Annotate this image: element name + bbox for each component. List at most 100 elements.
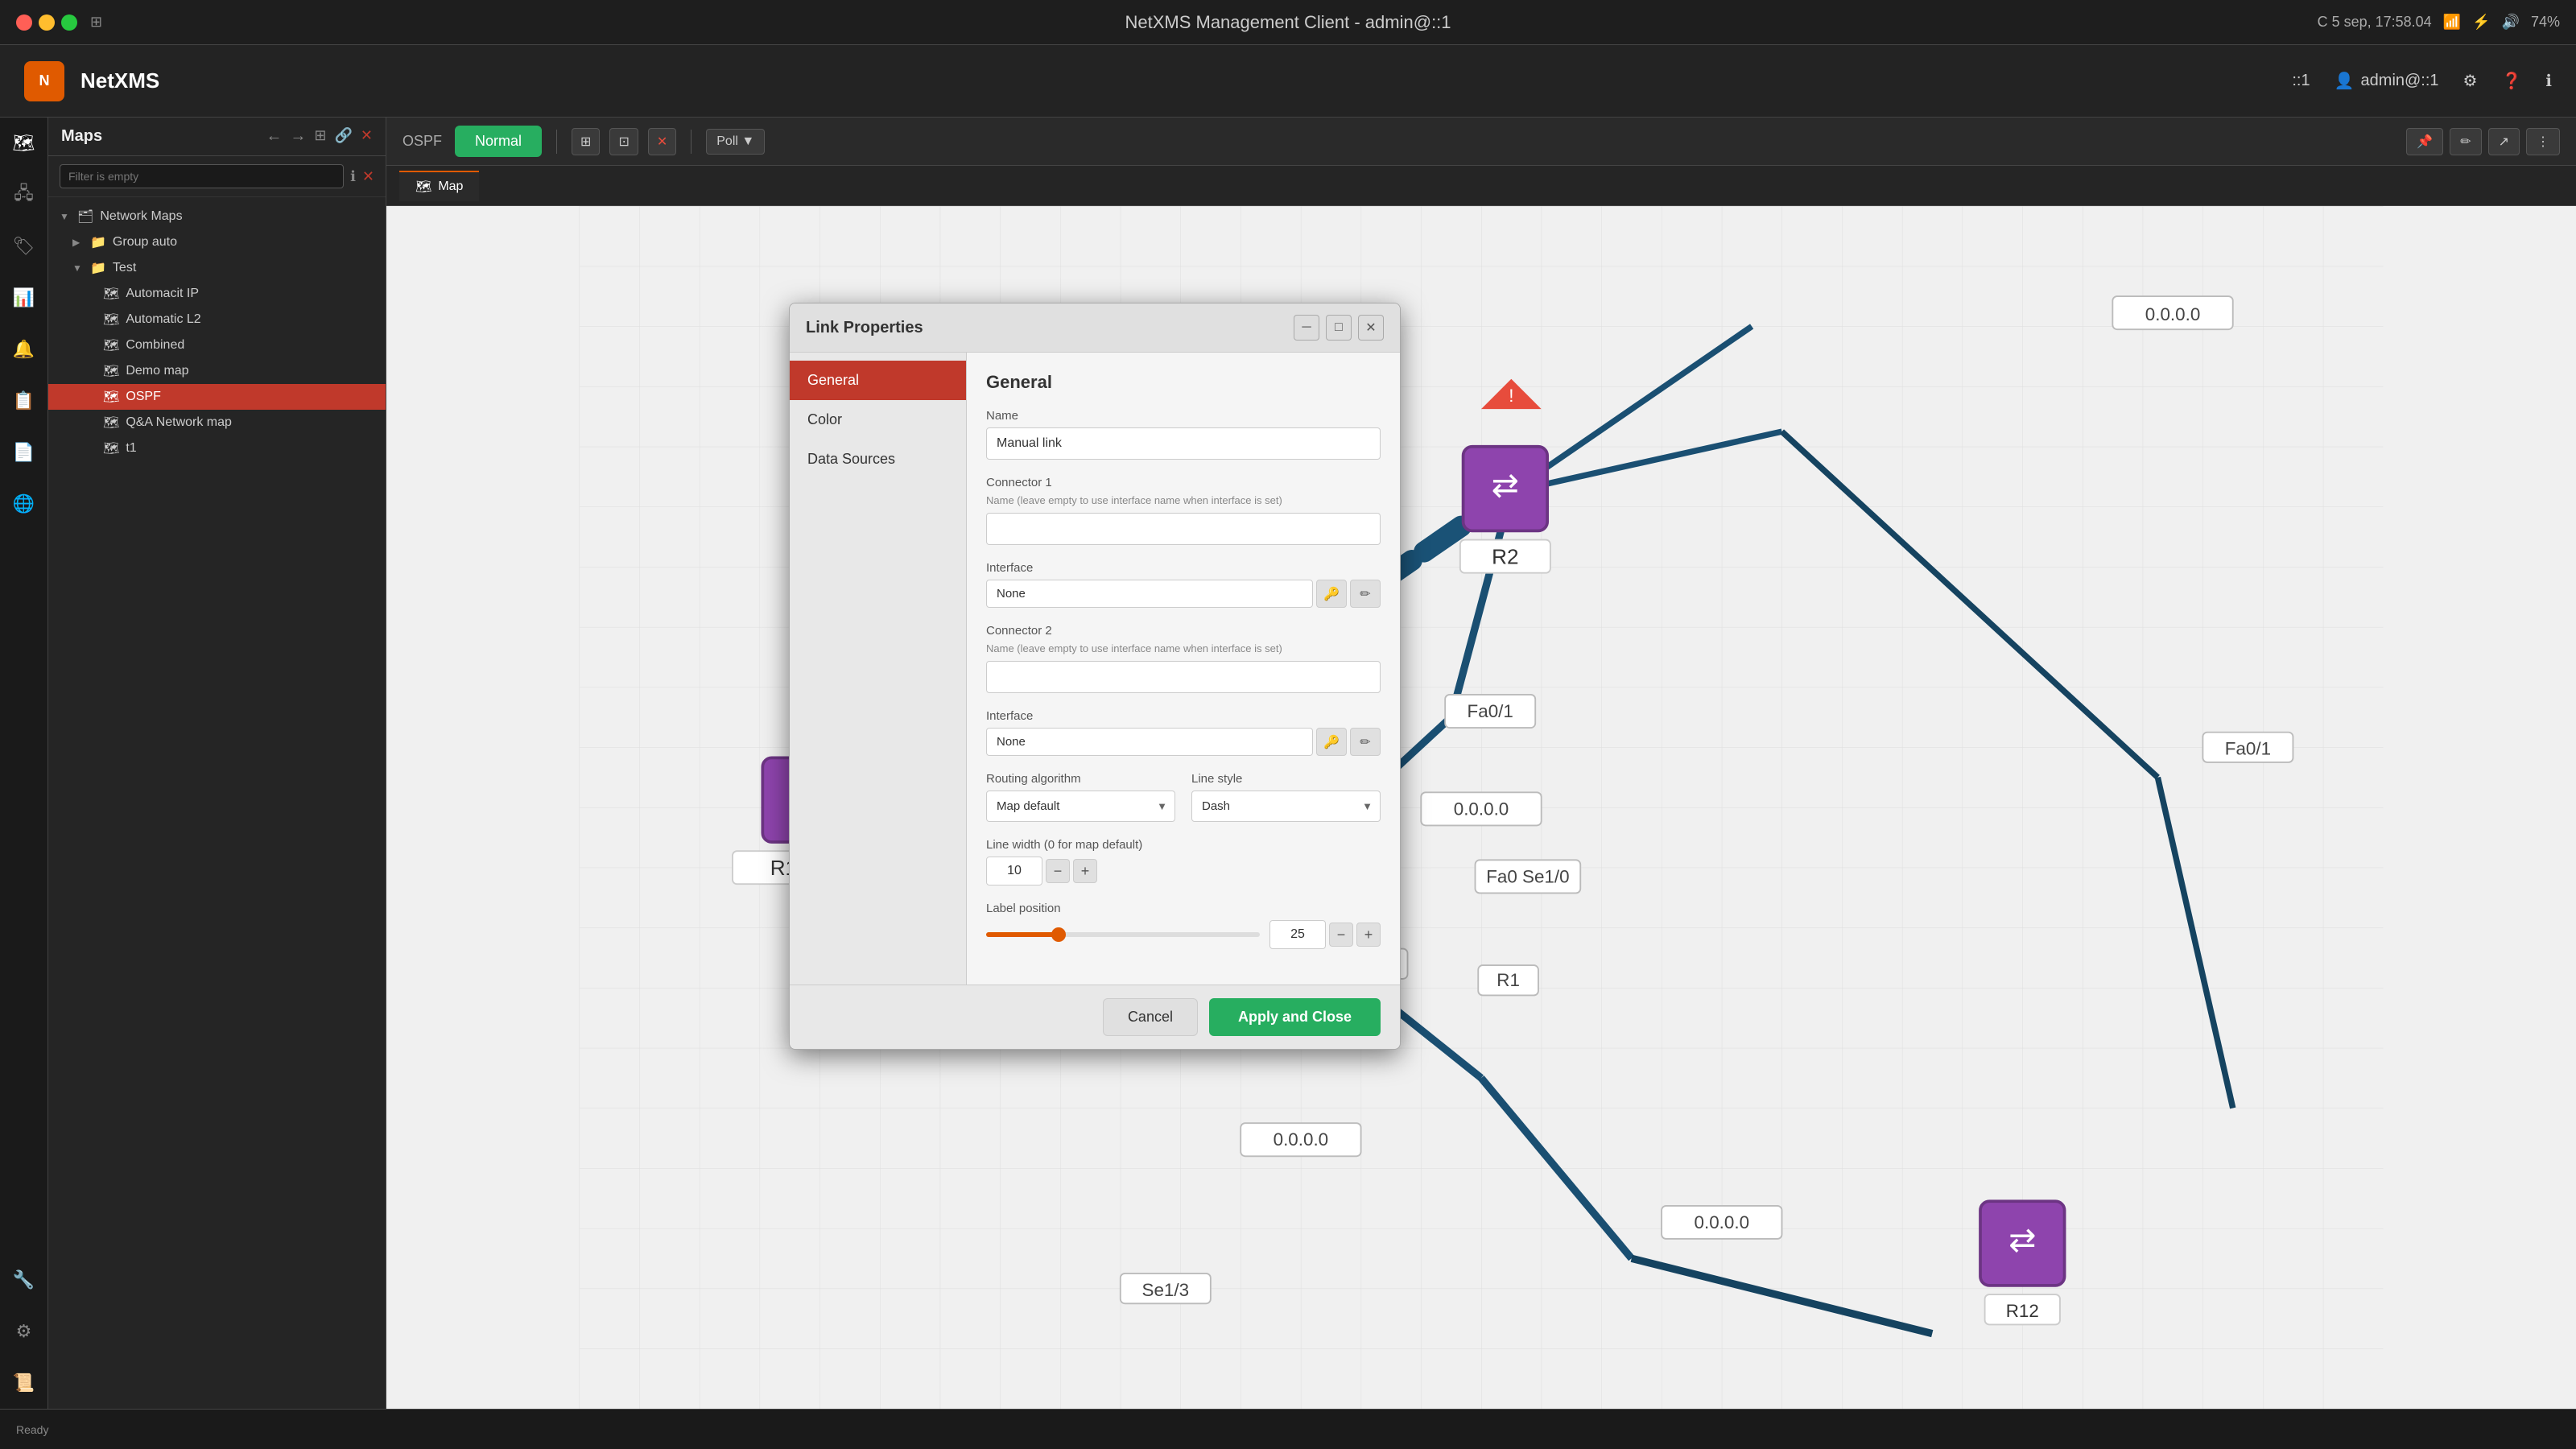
view-grid-btn[interactable]: ⊞ <box>572 128 600 155</box>
tree-item-automacit-ip[interactable]: ▶ 🗺 Automacit IP <box>48 281 386 307</box>
objects-nav-btn[interactable]: 🖧 <box>6 177 42 213</box>
delete-btn[interactable]: ✕ <box>648 128 676 155</box>
tree-item-automatic-l2[interactable]: ▶ 🗺 Automatic L2 <box>48 307 386 332</box>
alerts-nav-btn[interactable]: 🔔 <box>6 332 42 367</box>
maps-nav-btn[interactable]: 🗺 <box>6 126 42 161</box>
settings-icon[interactable]: ⚙ <box>2463 71 2478 91</box>
link-btn[interactable]: 🔗 <box>334 127 352 146</box>
svg-text:Se1/3: Se1/3 <box>1142 1280 1190 1300</box>
edit-link-btn[interactable]: ✏ <box>2450 128 2481 155</box>
interface1-input[interactable] <box>986 580 1313 608</box>
line-width-increase-btn[interactable]: + <box>1073 859 1097 883</box>
server-id: ::1 <box>2292 72 2310 90</box>
tree-item-group-auto[interactable]: ▶ 📁 Group auto <box>48 229 386 255</box>
svg-text:Fa0/1: Fa0/1 <box>1468 701 1513 721</box>
chevron-right-icon: ▶ <box>72 237 84 248</box>
logs-nav-btn[interactable]: 📄 <box>6 435 42 470</box>
mode-normal-btn[interactable]: Normal <box>455 126 542 157</box>
dashboard-nav-btn[interactable]: 📊 <box>6 280 42 316</box>
info-icon[interactable]: ℹ <box>2545 71 2552 91</box>
routing-label: Routing algorithm <box>986 772 1175 786</box>
reports-nav-btn[interactable]: 📋 <box>6 383 42 419</box>
name-label: Name <box>986 409 1381 423</box>
filter-clear-btn[interactable]: ✕ <box>362 168 374 185</box>
pin-btn[interactable]: 📌 <box>2406 128 2443 155</box>
back-btn[interactable]: ← <box>266 127 282 146</box>
cancel-button[interactable]: Cancel <box>1103 998 1198 1036</box>
tags-nav-btn[interactable]: 🏷 <box>6 229 42 264</box>
help-icon[interactable]: ❓ <box>2501 71 2521 91</box>
dialog-maximize-btn[interactable]: □ <box>1326 315 1352 341</box>
dialog-nav-general[interactable]: General <box>790 361 966 400</box>
tree-item-test[interactable]: ▼ 📁 Test <box>48 255 386 281</box>
tab-map[interactable]: 🗺 Map <box>399 171 479 201</box>
routing-select[interactable]: Map default <box>986 791 1175 822</box>
label-position-increase-btn[interactable]: + <box>1356 923 1381 947</box>
config-nav-btn[interactable]: ⚙ <box>6 1314 42 1349</box>
app-logo: N <box>24 61 64 101</box>
interface2-edit-btn[interactable]: ✏ <box>1350 728 1381 756</box>
label-position-spinner: − + <box>1269 920 1381 949</box>
interface1-key-btn[interactable]: 🔑 <box>1316 580 1347 608</box>
minimize-btn[interactable] <box>39 14 55 31</box>
user-account[interactable]: 👤 admin@::1 <box>2334 71 2439 91</box>
sidebar-header: Maps ← → ⊞ 🔗 ✕ <box>48 118 386 156</box>
content-area: OSPF Normal ⊞ ⊡ ✕ Poll ▼ 📌 ✏ ↗ ⋮ 🗺 Map <box>386 118 2576 1409</box>
poll-btn[interactable]: Poll ▼ <box>706 129 765 155</box>
form-group-name: Name <box>986 409 1381 460</box>
dialog-minimize-btn[interactable]: ─ <box>1294 315 1319 341</box>
label-position-slider[interactable] <box>986 932 1260 937</box>
line-style-select[interactable]: Dash <box>1191 791 1381 822</box>
map-tab-label: Map <box>438 180 463 194</box>
connector1-input[interactable] <box>986 513 1381 545</box>
folder-icon: 📁 <box>90 234 106 250</box>
interface2-key-btn[interactable]: 🔑 <box>1316 728 1347 756</box>
line-width-input[interactable] <box>986 857 1042 886</box>
tree-item-qa-network-map[interactable]: ▶ 🗺 Q&A Network map <box>48 410 386 436</box>
dialog-close-btn[interactable]: ✕ <box>1358 315 1384 341</box>
tools-nav-btn[interactable]: 🔧 <box>6 1262 42 1298</box>
more-btn[interactable]: ⋮ <box>2526 128 2560 155</box>
tree-item-label: Group auto <box>113 235 177 250</box>
filter-input[interactable] <box>60 164 344 188</box>
tree-item-demo-map[interactable]: ▶ 🗺 Demo map <box>48 358 386 384</box>
tree-item-t1[interactable]: ▶ 🗺 t1 <box>48 436 386 461</box>
link-properties-dialog: Link Properties ─ □ ✕ General Color Data… <box>789 303 1401 1050</box>
maximize-btn[interactable] <box>61 14 77 31</box>
svg-text:0.0.0.0: 0.0.0.0 <box>1454 799 1509 819</box>
tree-item-network-maps[interactable]: ▼ 🗂 Network Maps <box>48 204 386 229</box>
interface1-label: Interface <box>986 561 1381 575</box>
script-nav-btn[interactable]: 📜 <box>6 1365 42 1401</box>
fit-btn[interactable]: ⊡ <box>609 128 638 155</box>
tree-item-ospf[interactable]: ▶ 🗺 OSPF <box>48 384 386 410</box>
interface2-input[interactable] <box>986 728 1313 756</box>
label-position-decrease-btn[interactable]: − <box>1329 923 1353 947</box>
dialog-nav-data-sources[interactable]: Data Sources <box>790 440 966 479</box>
filter-toggle-btn[interactable]: ⊞ <box>314 127 326 146</box>
svg-text:⇄: ⇄ <box>2008 1221 2036 1258</box>
line-width-spinner: − + <box>986 857 1381 886</box>
tree-item-combined[interactable]: ▶ 🗺 Combined <box>48 332 386 358</box>
topology-nav-btn[interactable]: 🌐 <box>6 486 42 522</box>
apply-close-button[interactable]: Apply and Close <box>1209 998 1381 1036</box>
map-icon: 🗺 <box>103 389 119 405</box>
forward-btn[interactable]: → <box>290 127 306 146</box>
line-width-decrease-btn[interactable]: − <box>1046 859 1070 883</box>
toolbar-separator <box>556 130 557 154</box>
connector2-input[interactable] <box>986 661 1381 693</box>
close-btn[interactable] <box>16 14 32 31</box>
map-canvas[interactable]: ⊞ R13 ✕ ⇄ R2 Fa0/1 <box>386 206 2576 1409</box>
volume-icon: 🔊 <box>2502 14 2520 31</box>
app-name: NetXMS <box>80 68 159 93</box>
bluetooth-icon: ⚡ <box>2472 14 2490 31</box>
name-input[interactable] <box>986 427 1381 460</box>
dialog-titlebar: Link Properties ─ □ ✕ <box>790 303 1400 353</box>
external-link-btn[interactable]: ↗ <box>2488 128 2520 155</box>
label-position-input[interactable] <box>1269 920 1326 949</box>
sidebar-title: Maps <box>61 127 102 146</box>
icon-sidebar: 🗺 🖧 🏷 📊 🔔 📋 📄 🌐 🔧 ⚙ 📜 <box>0 118 48 1409</box>
interface1-edit-btn[interactable]: ✏ <box>1350 580 1381 608</box>
tabbar: 🗺 Map <box>386 166 2576 206</box>
dialog-nav-color[interactable]: Color <box>790 400 966 440</box>
clear-btn[interactable]: ✕ <box>361 127 373 146</box>
